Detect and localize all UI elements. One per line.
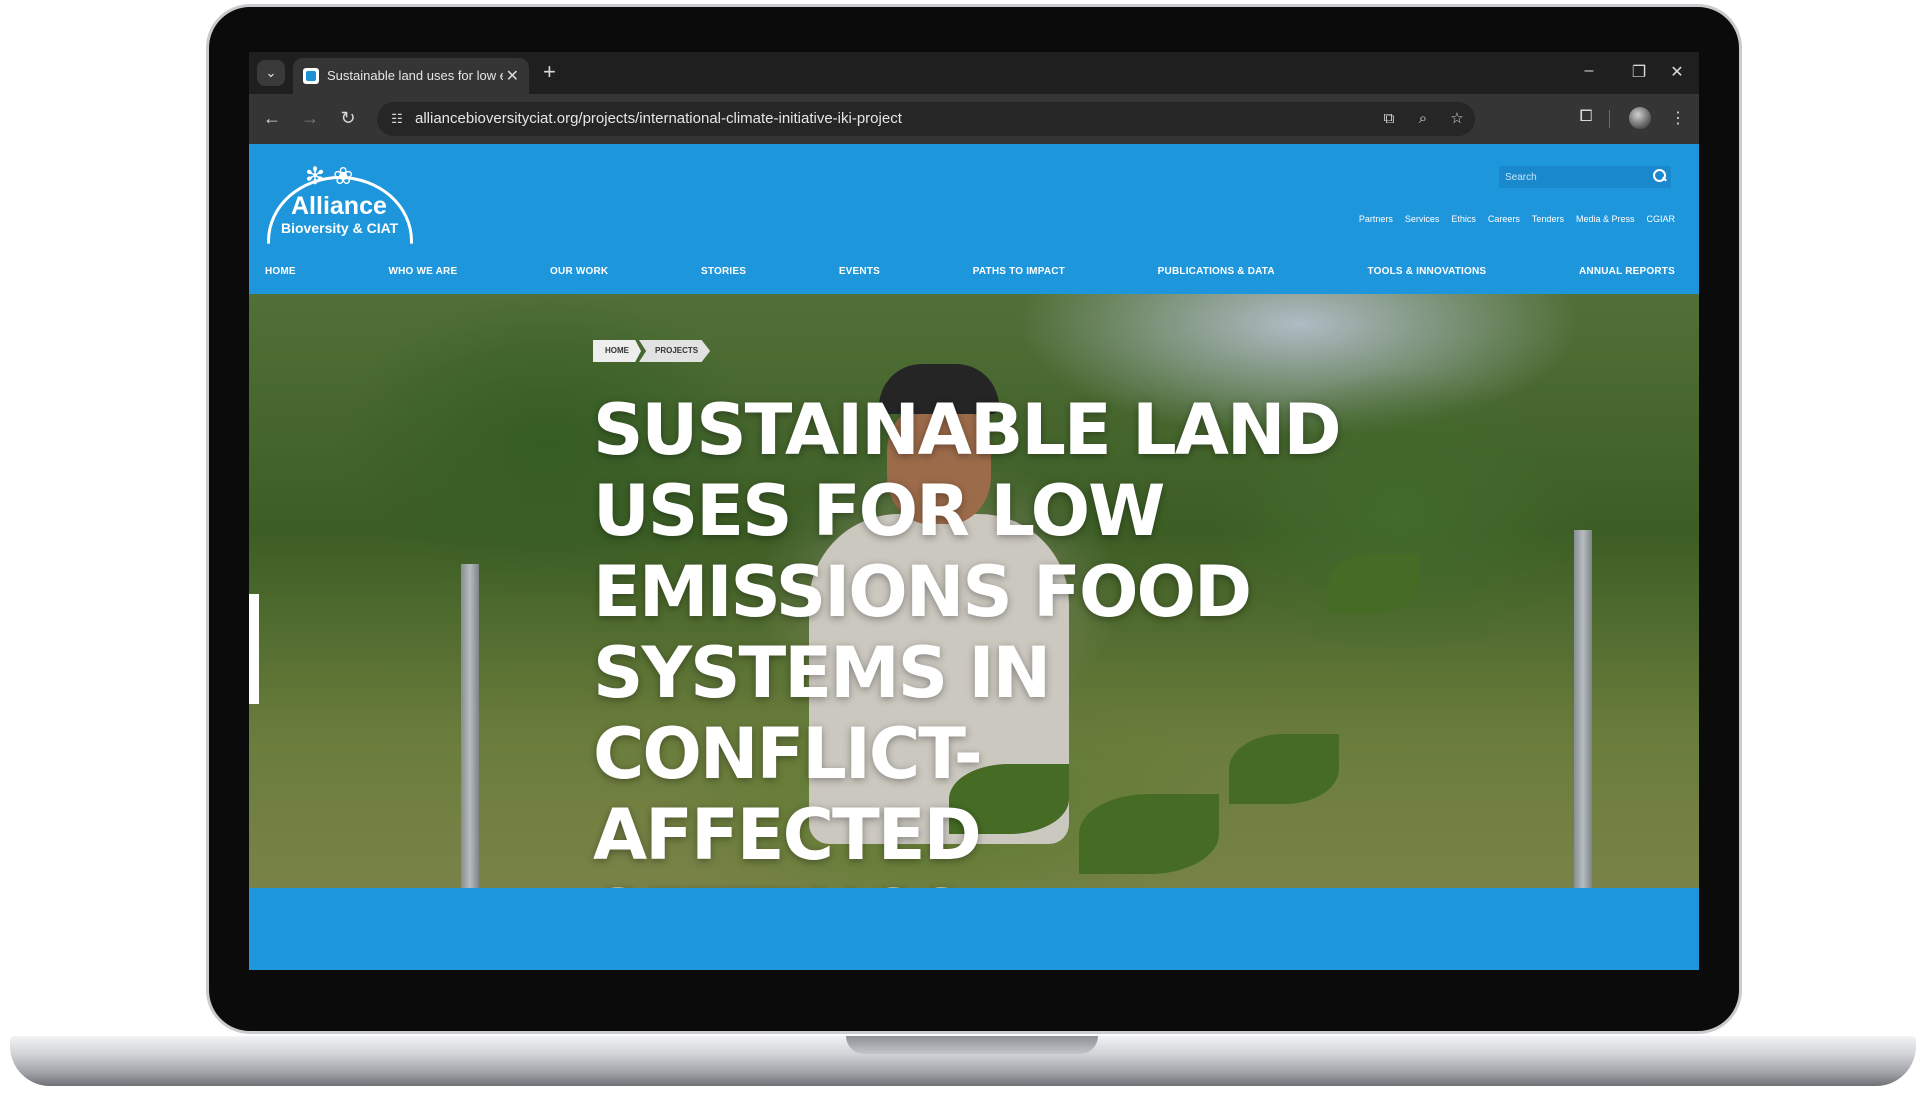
restore-icon[interactable]: ❐ bbox=[1629, 62, 1649, 82]
nav-our-work[interactable]: OUR WORK bbox=[550, 266, 608, 277]
tab-search-icon[interactable]: ⌄ bbox=[257, 60, 285, 86]
site-info-icon[interactable]: ☷ bbox=[387, 109, 407, 129]
site-favicon-icon bbox=[303, 68, 319, 84]
browser-tab[interactable]: Sustainable land uses for low em ✕ bbox=[293, 58, 529, 94]
page-title: SUSTAINABLE LAND USES FOR LOW EMISSIONS … bbox=[593, 389, 1342, 889]
web-page: ✻❀ Alliance Bioversity & CIAT Partners S… bbox=[249, 144, 1699, 970]
extensions-icon[interactable]: ⧠ bbox=[1575, 108, 1597, 126]
star-icon[interactable]: ☆ bbox=[1447, 109, 1467, 129]
plus-icon[interactable]: + bbox=[543, 60, 556, 84]
zoom-icon[interactable]: ⌕ bbox=[1413, 109, 1433, 129]
logo-name: Alliance bbox=[291, 192, 387, 220]
more-icon[interactable]: ⋮ bbox=[1667, 108, 1689, 128]
forward-icon[interactable]: → bbox=[299, 108, 321, 129]
toolbar-divider bbox=[1609, 110, 1610, 128]
reload-icon[interactable]: ↻ bbox=[337, 108, 359, 129]
util-nav-services[interactable]: Services bbox=[1405, 214, 1440, 224]
browser-toolbar: ← → ↻ ☷ alliancebioversityciat.org/proje… bbox=[249, 94, 1699, 144]
close-icon[interactable]: ✕ bbox=[506, 66, 519, 86]
breadcrumb: HOME PROJECTS bbox=[593, 340, 711, 362]
nav-tools-innovations[interactable]: TOOLS & INNOVATIONS bbox=[1368, 266, 1487, 277]
minimize-icon[interactable]: – bbox=[1579, 62, 1599, 80]
profile-icon[interactable] bbox=[1629, 107, 1651, 129]
nav-annual-reports[interactable]: ANNUAL REPORTS bbox=[1579, 266, 1675, 277]
breadcrumb-projects[interactable]: PROJECTS bbox=[639, 340, 711, 362]
nav-home[interactable]: HOME bbox=[265, 266, 296, 277]
site-logo[interactable]: ✻❀ Alliance Bioversity & CIAT bbox=[267, 162, 413, 244]
laptop-screen: ⌄ Sustainable land uses for low em ✕ + –… bbox=[249, 52, 1699, 970]
main-nav: HOME WHO WE ARE OUR WORK STORIES EVENTS … bbox=[265, 266, 1675, 277]
laptop-notch bbox=[846, 1036, 1098, 1054]
browser-tab-bar: ⌄ Sustainable land uses for low em ✕ + –… bbox=[249, 52, 1699, 94]
back-icon[interactable]: ← bbox=[261, 108, 283, 129]
util-nav-ethics[interactable]: Ethics bbox=[1451, 214, 1476, 224]
nav-publications-data[interactable]: PUBLICATIONS & DATA bbox=[1158, 266, 1275, 277]
share-sidebar[interactable] bbox=[249, 594, 259, 704]
utility-nav: Partners Services Ethics Careers Tenders… bbox=[1359, 214, 1675, 224]
util-nav-partners[interactable]: Partners bbox=[1359, 214, 1393, 224]
hero-banner: HOME PROJECTS SUSTAINABLE LAND USES FOR … bbox=[249, 294, 1699, 888]
close-window-icon[interactable]: ✕ bbox=[1667, 62, 1687, 82]
search-icon[interactable] bbox=[1651, 168, 1667, 184]
logo-subtitle: Bioversity & CIAT bbox=[281, 220, 399, 236]
util-nav-cgiar[interactable]: CGIAR bbox=[1646, 214, 1675, 224]
util-nav-tenders[interactable]: Tenders bbox=[1532, 214, 1564, 224]
url-text[interactable]: alliancebioversityciat.org/projects/inte… bbox=[415, 110, 902, 127]
nav-paths-to-impact[interactable]: PATHS TO IMPACT bbox=[973, 266, 1065, 277]
breadcrumb-home[interactable]: HOME bbox=[593, 340, 641, 362]
nav-stories[interactable]: STORIES bbox=[701, 266, 746, 277]
address-bar[interactable]: ☷ alliancebioversityciat.org/projects/in… bbox=[377, 102, 1475, 136]
tab-title: Sustainable land uses for low em bbox=[327, 68, 503, 83]
translate-icon[interactable]: ⧉ bbox=[1379, 109, 1399, 129]
util-nav-media-press[interactable]: Media & Press bbox=[1576, 214, 1635, 224]
util-nav-careers[interactable]: Careers bbox=[1488, 214, 1520, 224]
search-box[interactable] bbox=[1499, 166, 1671, 188]
search-input[interactable] bbox=[1505, 168, 1645, 186]
nav-who-we-are[interactable]: WHO WE ARE bbox=[389, 266, 458, 277]
nav-events[interactable]: EVENTS bbox=[839, 266, 880, 277]
logo-leaf-icon: ✻❀ bbox=[305, 163, 362, 190]
